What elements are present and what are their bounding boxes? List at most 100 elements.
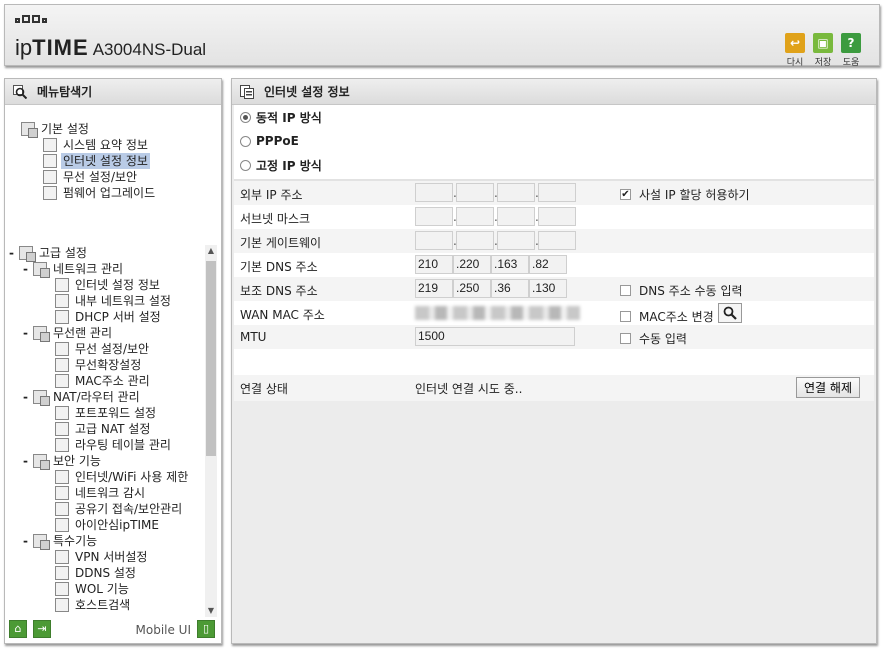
dns-manual-checkbox[interactable] [620, 285, 631, 296]
mobile-icon[interactable]: ▯ [197, 620, 215, 638]
mac-change-option[interactable]: MAC주소 변경 [620, 303, 742, 326]
search-icon [723, 306, 737, 320]
menu-item[interactable]: 네트워크 감시 [9, 485, 205, 501]
menu-item[interactable]: 포트포워드 설정 [9, 405, 205, 421]
mode-static-ip[interactable]: 고정 IP 방식 [234, 153, 874, 177]
ip-octet[interactable] [456, 183, 494, 202]
menu-explorer: 메뉴탐색기 기본 설정 시스템 요약 정보 인터넷 설정 정보 무선 설정/보안… [4, 78, 222, 644]
ip-octet[interactable]: .130 [529, 279, 567, 298]
basic-settings-tree: 기본 설정 시스템 요약 정보 인터넷 설정 정보 무선 설정/보안 펌웨어 업… [21, 121, 157, 201]
tree-group-advanced[interactable]: - 고급 설정 [9, 245, 205, 262]
ip-octet[interactable] [415, 207, 453, 226]
tree-subgroup[interactable]: - 네트워크 관리 [9, 261, 205, 278]
menu-item[interactable]: 무선 설정/보안 [21, 169, 157, 185]
connection-status-row: 연결 상태 인터넷 연결 시도 중.. 연결 해제 [234, 375, 874, 401]
menu-item[interactable]: DHCP 서버 설정 [9, 309, 205, 325]
ip-octet[interactable]: .250 [453, 279, 491, 298]
disconnect-button[interactable]: 연결 해제 [796, 377, 860, 398]
ip-octet[interactable]: .220 [453, 255, 491, 274]
page-settings-icon [240, 85, 254, 99]
menu-item[interactable]: 무선 설정/보안 [9, 341, 205, 357]
tree-subgroup[interactable]: - 무선랜 관리 [9, 325, 205, 342]
dns-manual-option[interactable]: DNS 주소 수동 입력 [620, 282, 743, 299]
ip-octet[interactable] [456, 231, 494, 250]
menu-item[interactable]: 인터넷/WiFi 사용 제한 [9, 469, 205, 485]
folder-icon [21, 122, 38, 138]
logout-icon[interactable]: ⇥ [33, 620, 51, 638]
radio[interactable] [240, 135, 251, 147]
page-icon [55, 486, 69, 500]
page-icon [55, 310, 69, 324]
ip-octet[interactable]: 210 [415, 255, 453, 274]
logo-mark [15, 15, 47, 23]
menu-item[interactable]: VPN 서버설정 [9, 549, 205, 565]
ip-octet[interactable] [456, 207, 494, 226]
menu-item[interactable]: WOL 기능 [9, 581, 205, 597]
mode-pppoe[interactable]: PPPoE [234, 129, 874, 153]
page-icon [55, 294, 69, 308]
ip-octet[interactable]: .163 [491, 255, 529, 274]
menu-item[interactable]: 라우팅 테이블 관리 [9, 437, 205, 453]
private-ip-checkbox[interactable]: ✔ [620, 189, 631, 200]
page-icon [55, 502, 69, 516]
mtu-manual-option[interactable]: 수동 입력 [620, 330, 687, 347]
menu-item[interactable]: 내부 네트워크 설정 [9, 293, 205, 309]
tree-subgroup[interactable]: - 보안 기능 [9, 453, 205, 470]
menu-item[interactable]: 호스트검색 [9, 597, 205, 613]
save-icon: ▣ [813, 33, 833, 53]
ip-octet[interactable] [497, 183, 535, 202]
ip-octet[interactable] [497, 207, 535, 226]
tree-group-basic[interactable]: 기본 설정 [21, 121, 157, 138]
menu-item[interactable]: DDNS 설정 [9, 565, 205, 581]
chart-icon [43, 138, 57, 152]
ip-octet[interactable]: .82 [529, 255, 567, 274]
tree-scrollbar[interactable]: ▲ ▼ [205, 245, 217, 617]
ip-octet[interactable] [497, 231, 535, 250]
radio[interactable] [240, 159, 251, 171]
tree-subgroup[interactable]: - NAT/라우터 관리 [9, 389, 205, 406]
tree-subgroup[interactable]: - 특수기능 [9, 533, 205, 550]
help-icon: ? [841, 33, 861, 53]
page-icon [55, 438, 69, 452]
ip-octet[interactable] [415, 183, 453, 202]
ip-octet[interactable] [538, 183, 576, 202]
menu-item[interactable]: 아이안심ipTIME [9, 517, 205, 533]
scroll-thumb[interactable] [206, 261, 216, 456]
ip-octet[interactable]: 219 [415, 279, 453, 298]
ip-octet[interactable]: .36 [491, 279, 529, 298]
brand-logo: ipTIME A3004NS-Dual [15, 35, 207, 60]
ip-octet[interactable] [538, 207, 576, 226]
settings-panel: 인터넷 설정 정보 동적 IP 방식 PPPoE 고정 IP 방식 외부 IP … [231, 78, 877, 644]
radio-selected[interactable] [240, 111, 251, 123]
mode-dynamic-ip[interactable]: 동적 IP 방식 [234, 105, 874, 129]
ip-octet[interactable] [415, 231, 453, 250]
router-icon [33, 390, 50, 406]
menu-item[interactable]: MAC주소 관리 [9, 373, 205, 389]
mtu-row: MTU 1500 수동 입력 [234, 325, 874, 349]
advanced-settings-tree: - 고급 설정 - 네트워크 관리 인터넷 설정 정보 내부 네트워크 설정 DHC… [9, 245, 205, 617]
mac-change-checkbox[interactable] [620, 310, 631, 322]
menu-item-selected[interactable]: 인터넷 설정 정보 [21, 153, 157, 169]
undo-button[interactable]: ↩ 다시 [783, 33, 807, 68]
menu-item[interactable]: 무선확장설정 [9, 357, 205, 373]
private-ip-option[interactable]: ✔ 사설 IP 할당 허용하기 [620, 186, 750, 203]
upgrade-icon [43, 186, 57, 200]
scroll-down-icon[interactable]: ▼ [205, 605, 217, 617]
magnifier-icon [13, 85, 27, 99]
page-icon [55, 598, 69, 612]
mtu-manual-checkbox[interactable] [620, 333, 631, 344]
ip-octet[interactable] [538, 231, 576, 250]
menu-item[interactable]: 고급 NAT 설정 [9, 421, 205, 437]
mac-search-button[interactable] [717, 303, 742, 323]
home-icon[interactable]: ⌂ [9, 620, 27, 638]
menu-item[interactable]: 공유기 접속/보안관리 [9, 501, 205, 517]
menu-item[interactable]: 인터넷 설정 정보 [9, 277, 205, 293]
mtu-input[interactable]: 1500 [415, 327, 575, 346]
help-button[interactable]: ? 도움 [839, 33, 863, 68]
scroll-up-icon[interactable]: ▲ [205, 245, 217, 257]
menu-item[interactable]: 펌웨어 업그레이드 [21, 185, 157, 201]
menu-item[interactable]: 시스템 요약 정보 [21, 137, 157, 153]
mobile-ui-link[interactable]: Mobile UI [136, 623, 192, 637]
save-button[interactable]: ▣ 저장 [811, 33, 835, 68]
special-folder-icon [33, 534, 50, 550]
